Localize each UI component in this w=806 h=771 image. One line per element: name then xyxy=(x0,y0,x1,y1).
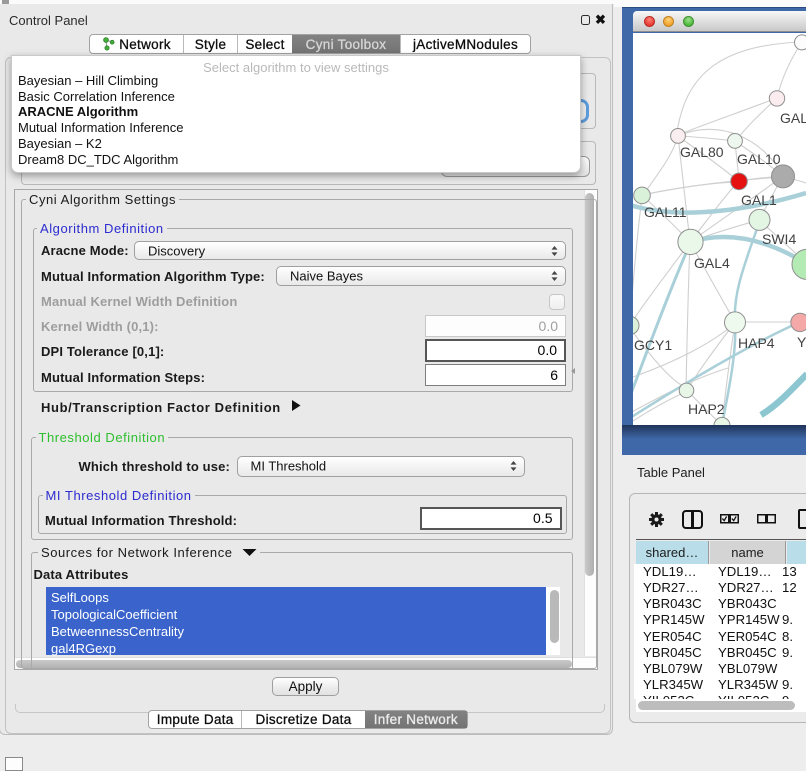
svg-text:HAP4: HAP4 xyxy=(738,335,775,351)
svg-text:GAL4: GAL4 xyxy=(694,255,730,271)
svg-text:GAL7: GAL7 xyxy=(780,110,806,126)
svg-text:GAL1: GAL1 xyxy=(741,192,777,208)
svg-text:HAP2: HAP2 xyxy=(688,401,725,417)
svg-text:SWI4: SWI4 xyxy=(762,231,796,247)
svg-text:Y: Y xyxy=(797,334,806,350)
svg-text:GAL10: GAL10 xyxy=(737,151,781,167)
svg-text:GAL80: GAL80 xyxy=(680,144,724,160)
svg-text:GCY1: GCY1 xyxy=(634,337,672,353)
svg-text:GAL11: GAL11 xyxy=(644,204,687,220)
